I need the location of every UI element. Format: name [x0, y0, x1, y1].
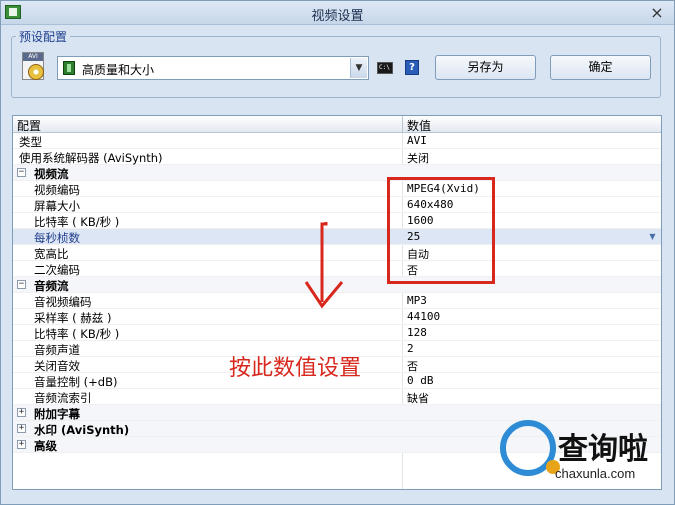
chevron-down-icon[interactable]: ▼ [646, 230, 659, 243]
grid-row-type[interactable]: 类型 AVI [13, 133, 661, 149]
grid-row-audio-bitrate[interactable]: 比特率 ( KB/秒 ) 128 [13, 325, 661, 341]
grid-row-video-codec[interactable]: 视频编码 MPEG4(Xvid) [13, 181, 661, 197]
category-subtitles[interactable]: + 附加字幕 [13, 405, 661, 421]
chevron-down-icon[interactable]: ▼ [350, 58, 367, 78]
avi-format-icon: AVI [22, 52, 48, 82]
grid-row-audio-stream-index[interactable]: 音频流索引 缺省 [13, 389, 661, 405]
collapse-icon[interactable]: − [17, 168, 26, 177]
column-header-name[interactable]: 配置 [17, 117, 41, 134]
annotation-text: 按此数值设置 [229, 356, 362, 381]
column-header-value[interactable]: 数值 [407, 117, 431, 134]
help-icon[interactable]: ? [405, 60, 419, 75]
expand-icon[interactable]: + [17, 408, 26, 417]
annotation-arrow-icon [304, 222, 344, 309]
grid-row-screen-size[interactable]: 屏幕大小 640x480 [13, 197, 661, 213]
preset-selected-value: 高质量和大小 [82, 63, 155, 77]
annotation-highlight-box [387, 177, 495, 284]
expand-icon[interactable]: + [17, 424, 26, 433]
ok-button[interactable]: 确定 [550, 55, 651, 80]
command-line-icon[interactable]: C:\ [377, 62, 393, 74]
collapse-icon[interactable]: − [17, 280, 26, 289]
watermark-url: chaxunla.com [555, 466, 636, 481]
watermark-brand: 查询啦 [558, 432, 648, 467]
title-bar[interactable]: 视频设置 × [1, 1, 674, 25]
preset-select[interactable]: 高质量和大小 ▼ [57, 56, 369, 80]
film-icon [63, 61, 75, 75]
grid-header: 配置 数值 [13, 116, 661, 133]
expand-icon[interactable]: + [17, 440, 26, 449]
window-title: 视频设置 [311, 9, 364, 24]
watermark-logo-icon [500, 420, 560, 476]
watermark: 查询啦 chaxunla.com [500, 420, 670, 492]
save-as-button[interactable]: 另存为 [435, 55, 536, 80]
close-icon[interactable]: × [648, 3, 666, 22]
preset-group-label: 预设配置 [16, 28, 71, 45]
grid-row-system-decoder[interactable]: 使用系统解码器 (AviSynth) 关闭 [13, 149, 661, 165]
category-video-stream[interactable]: − 视频流 [13, 165, 661, 181]
